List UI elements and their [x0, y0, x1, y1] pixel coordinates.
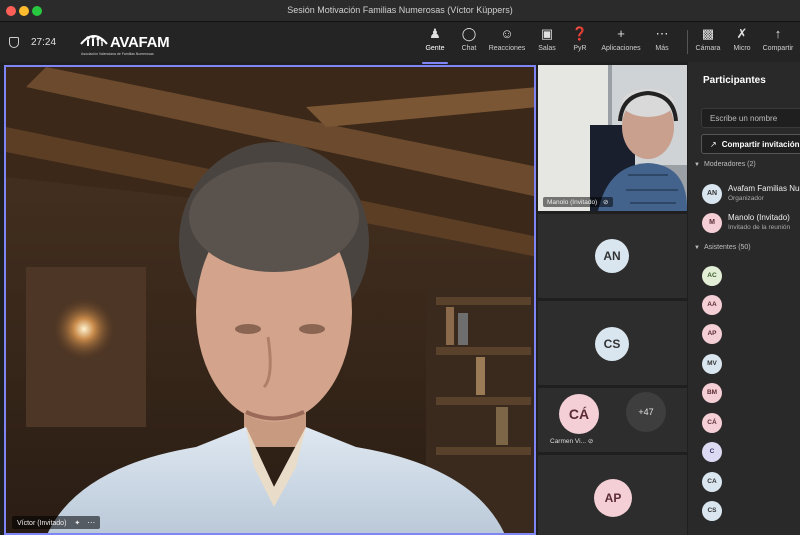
participant-tile[interactable]: AP [538, 455, 687, 535]
attendee-avatar[interactable]: AP [702, 324, 722, 344]
attendee-avatar[interactable]: BM [702, 383, 722, 403]
chat-button[interactable]: ◯ Chat [456, 26, 482, 60]
member-avatar: M [702, 213, 722, 233]
attendee-avatar[interactable]: CÁ [702, 413, 722, 433]
shield-icon [9, 37, 19, 48]
apps-button[interactable]: + Aplicaciones [599, 26, 643, 60]
attendee-avatar[interactable]: C [702, 442, 722, 462]
more-button-label: Más [655, 45, 669, 52]
attendee-avatar[interactable]: CA [702, 472, 722, 492]
attendee-avatar[interactable]: AC [702, 266, 722, 286]
chat-icon: ◯ [461, 26, 477, 41]
participant-avatar: AN [595, 239, 629, 273]
attendee-avatar[interactable]: AA [702, 295, 722, 315]
moderator-item[interactable]: M Manolo (Invitado) Invitado de la reuni… [702, 212, 800, 234]
family-logo-icon [80, 35, 108, 46]
share-invite-button[interactable]: ↗ Compartir invitación [701, 134, 800, 154]
attendee-avatar[interactable]: MV [702, 354, 722, 374]
participant-name-tag: Manolo (Invitado) ⊘ [543, 197, 613, 207]
share-invite-label: Compartir invitación [721, 140, 800, 149]
moderator-item[interactable]: AN Avafam Familias Numerosas Organizador [702, 183, 800, 205]
more-icon: ⋯ [655, 26, 669, 41]
speaker-name-tag: Víctor (Invitado) ✦ ⋯ [12, 516, 101, 529]
attendee-avatar[interactable]: CS [702, 501, 722, 521]
more-button[interactable]: ⋯ Más [652, 26, 672, 60]
speaker-name: Víctor (Invitado) [17, 520, 67, 527]
moderators-section-header[interactable]: ▼ Moderadores (2) [694, 161, 756, 168]
participant-tile[interactable]: CS [538, 301, 687, 385]
toolbar-divider [687, 30, 688, 54]
participant-video-frame [538, 65, 687, 211]
qa-button[interactable]: ❓ PyR [569, 26, 591, 60]
rooms-button[interactable]: ▣ Salas [535, 26, 559, 60]
tile-more-icon[interactable]: ⋯ [87, 518, 95, 527]
participant-name: Manolo (Invitado) [547, 199, 598, 206]
member-name: Manolo (Invitado) [728, 213, 790, 222]
rooms-button-label: Salas [538, 45, 556, 52]
more-participants-badge[interactable]: +47 [626, 392, 666, 432]
mic-button[interactable]: ✗ Micro [730, 26, 754, 60]
main-speaker-video[interactable]: Víctor (Invitado) ✦ ⋯ [4, 65, 536, 535]
window-title: Sesión Motivación Familias Numerosas (Ví… [287, 5, 513, 15]
rooms-icon: ▣ [540, 26, 554, 41]
mic-off-icon: ⊘ [587, 438, 594, 445]
participant-name: Carmen Vi... ⊘ [550, 438, 594, 445]
apps-button-label: Aplicaciones [601, 45, 641, 52]
qa-icon: ❓ [571, 26, 589, 41]
avafam-logo: AVAFAM Asociación Valenciana de Familias… [79, 28, 174, 58]
member-avatar: AN [702, 184, 722, 204]
logo-tagline: Asociación Valenciana de Familias Numero… [81, 52, 154, 56]
qa-button-label: PyR [573, 45, 587, 52]
camera-button[interactable]: ▩ Cámara [694, 26, 722, 60]
chevron-down-icon: ▼ [694, 162, 700, 168]
meeting-toolbar: 27:24 AVAFAM Asociación Valenciana de Fa… [0, 22, 800, 64]
speaker-video-frame [6, 67, 534, 533]
people-button-label: Gente [425, 45, 445, 52]
participant-avatar: CS [595, 327, 629, 361]
chevron-down-icon: ▼ [694, 245, 700, 251]
share-icon: ↗ [710, 140, 717, 149]
participant-tile[interactable]: CÁ Carmen Vi... ⊘ +47 [538, 388, 687, 452]
participants-panel: Participantes Escribe un nombre ↗ Compart… [688, 62, 800, 535]
attendees-section-header[interactable]: ▼ Asistentes (50) [694, 244, 751, 251]
mic-off-icon: ⊘ [603, 199, 609, 206]
participant-search-input[interactable]: Escribe un nombre [701, 108, 800, 128]
meeting-timer: 27:24 [31, 37, 57, 48]
add-icon: + [617, 26, 625, 41]
share-icon: ↑ [774, 26, 782, 41]
share-screen-button[interactable]: ↑ Compartir [760, 26, 796, 60]
member-role: Invitado de la reunión [728, 224, 791, 231]
participant-tile[interactable]: AN [538, 214, 687, 298]
reactions-icon: ☺ [500, 26, 514, 41]
people-icon: ♟ [429, 26, 441, 41]
participant-avatar: AP [594, 479, 632, 517]
share-screen-button-label: Compartir [762, 45, 794, 52]
panel-title: Participantes [703, 75, 766, 86]
member-role: Organizador [728, 195, 764, 202]
chat-button-label: Chat [461, 45, 477, 52]
reactions-button[interactable]: ☺ Reacciones [487, 26, 527, 60]
camera-button-label: Cámara [695, 45, 721, 52]
participant-video-tile[interactable]: Manolo (Invitado) ⊘ [538, 65, 687, 211]
mic-off-icon: ✗ [736, 26, 748, 41]
participant-avatar: CÁ [559, 394, 599, 434]
mic-button-label: Micro [733, 45, 751, 52]
logo-name: AVAFAM [110, 34, 170, 51]
window-title-bar: Sesión Motivación Familias Numerosas (Ví… [0, 0, 800, 22]
people-button[interactable]: ♟ Gente [422, 26, 448, 64]
pin-icon[interactable]: ✦ [74, 520, 80, 527]
reactions-button-label: Reacciones [488, 45, 526, 52]
member-name: Avafam Familias Numerosas [728, 184, 800, 193]
camera-icon: ▩ [701, 26, 715, 41]
